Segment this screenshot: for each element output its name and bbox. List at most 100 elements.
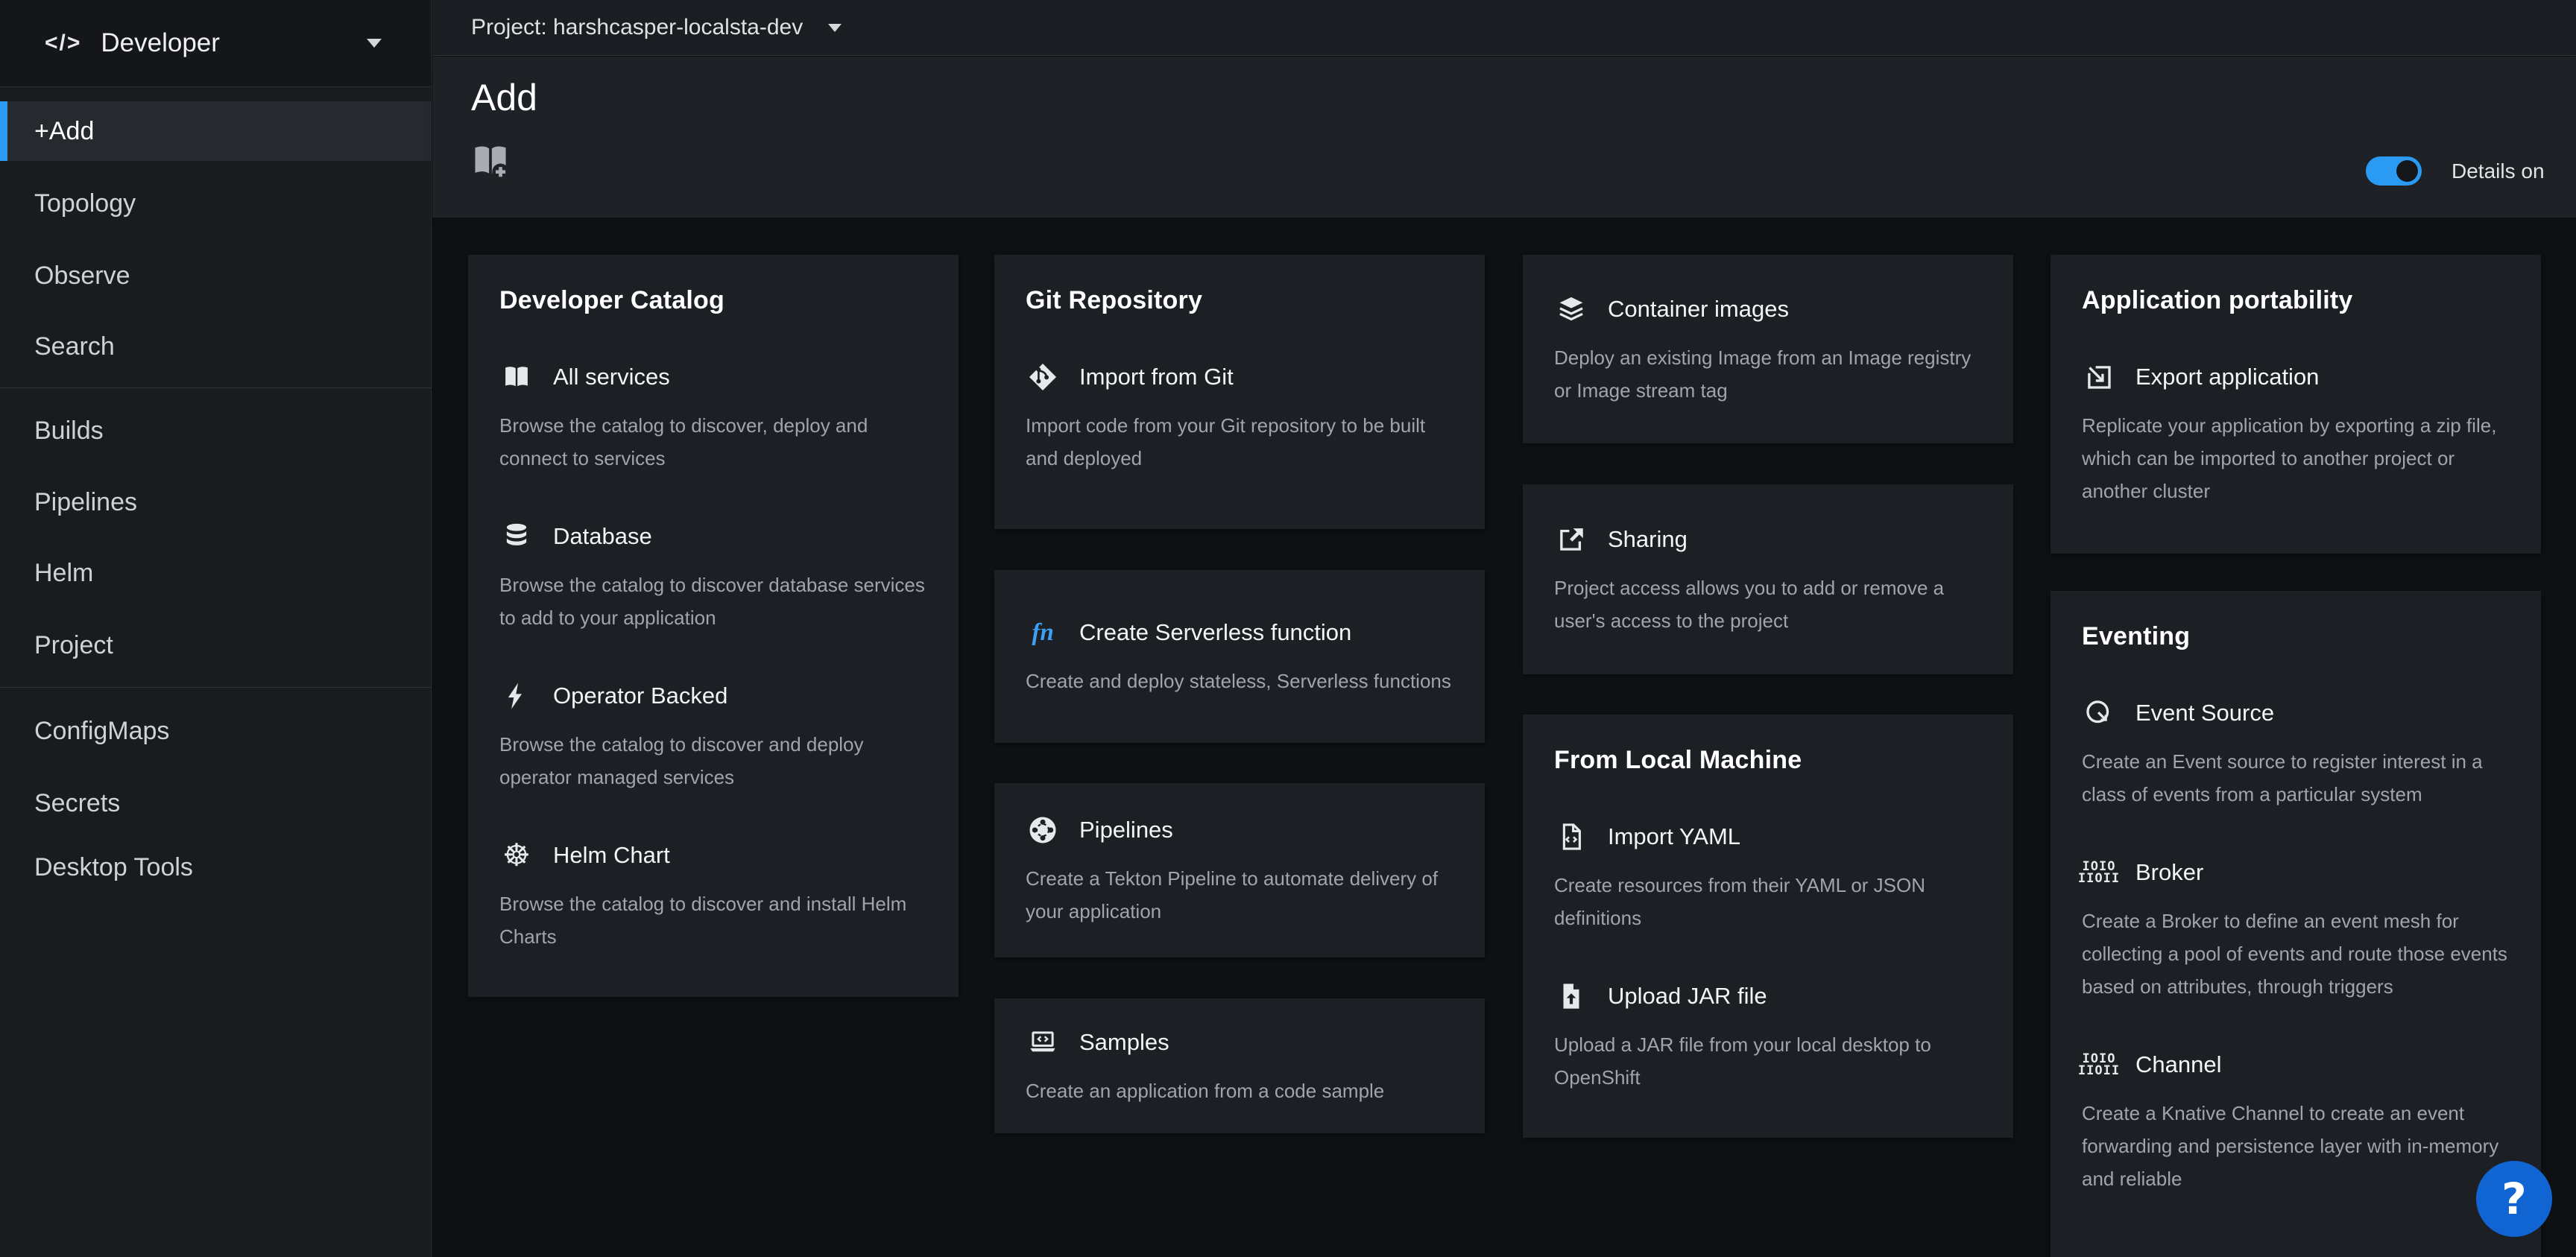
- list-item: Sharing Project access allows you to add…: [1554, 522, 1982, 637]
- details-toggle-label: Details on: [2452, 159, 2545, 183]
- item-description: Create an application from a code sample: [1026, 1074, 1453, 1107]
- item-description: Import code from your Git repository to …: [1026, 409, 1453, 475]
- pipeline-icon: [1026, 813, 1060, 847]
- book-icon: [499, 360, 534, 394]
- item-description: Create and deploy stateless, Serverless …: [1026, 665, 1453, 697]
- card-samples: Samples Create an application from a cod…: [994, 998, 1485, 1133]
- sidebar-item-label: +Add: [34, 117, 94, 146]
- sidebar-item-topology[interactable]: Topology: [0, 174, 431, 233]
- item-description: Browse the catalog to discover and deplo…: [499, 728, 927, 794]
- item-description: Replicate your application by exporting …: [2082, 409, 2510, 507]
- sidebar-item-label: Pipelines: [34, 488, 137, 517]
- card-container-images: Container images Deploy an existing Imag…: [1523, 255, 2013, 443]
- sidebar-divider: [0, 387, 431, 388]
- list-item: IOIOIIOII Channel Create a Knative Chann…: [2082, 1048, 2510, 1195]
- list-item: Import from Git Import code from your Gi…: [1026, 360, 1453, 475]
- list-item: Event Source Create an Event source to r…: [2082, 696, 2510, 811]
- samples-link[interactable]: Samples: [1079, 1029, 1169, 1056]
- item-description: Project access allows you to add or remo…: [1554, 571, 1982, 637]
- samples-laptop-icon: [1026, 1025, 1060, 1060]
- card-title: Application portability: [2082, 286, 2510, 315]
- sidebar-item-label: ConfigMaps: [34, 717, 169, 746]
- sidebar-item-observe[interactable]: Observe: [0, 246, 431, 305]
- bolt-icon: [499, 679, 534, 713]
- page-header: Add Details on: [432, 57, 2576, 218]
- item-description: Browse the catalog to discover, deploy a…: [499, 409, 927, 475]
- perspective-switcher[interactable]: </> Developer: [0, 0, 431, 87]
- create-serverless-function-link[interactable]: Create Serverless function: [1079, 619, 1351, 646]
- helm-chart-link[interactable]: Helm Chart: [553, 842, 670, 869]
- quickstart-book-plus-icon[interactable]: [470, 140, 511, 182]
- database-link[interactable]: Database: [553, 523, 652, 550]
- chevron-down-icon: [828, 24, 842, 32]
- card-from-local-machine: From Local Machine Import YAML Create re…: [1523, 715, 2013, 1138]
- event-source-link[interactable]: Event Source: [2135, 700, 2274, 726]
- details-toggle[interactable]: [2366, 156, 2422, 186]
- card-eventing: Eventing Event Source Create an Event so…: [2051, 591, 2541, 1257]
- page-title: Add: [471, 76, 537, 119]
- pipelines-link[interactable]: Pipelines: [1079, 817, 1173, 843]
- git-icon: [1026, 360, 1060, 394]
- list-item: fn Create Serverless function Create and…: [1026, 615, 1453, 697]
- masthead: Project: harshcasper-localsta-dev: [432, 0, 2576, 56]
- list-item: Samples Create an application from a cod…: [1026, 1025, 1453, 1107]
- item-description: Create an Event source to register inter…: [2082, 745, 2510, 811]
- sidebar-item-configmaps[interactable]: ConfigMaps: [0, 701, 431, 761]
- export-application-link[interactable]: Export application: [2135, 364, 2319, 390]
- sidebar-item-builds[interactable]: Builds: [0, 401, 431, 460]
- all-services-link[interactable]: All services: [553, 364, 670, 390]
- operator-backed-link[interactable]: Operator Backed: [553, 683, 727, 709]
- sidebar-item-desktop-tools[interactable]: Desktop Tools: [0, 838, 431, 897]
- helm-icon: ☸: [499, 838, 534, 873]
- item-description: Create a Knative Channel to create an ev…: [2082, 1097, 2510, 1195]
- project-selector[interactable]: Project: harshcasper-localsta-dev: [471, 15, 842, 40]
- sidebar-divider: [0, 687, 431, 688]
- card-application-portability: Application portability Export applicati…: [2051, 255, 2541, 554]
- item-description: Create a Broker to define an event mesh …: [2082, 905, 2510, 1003]
- item-description: Create a Tekton Pipeline to automate del…: [1026, 862, 1453, 928]
- help-button[interactable]: ?: [2476, 1161, 2552, 1237]
- channel-link[interactable]: Channel: [2135, 1051, 2221, 1078]
- database-icon: [499, 519, 534, 554]
- card-sharing: Sharing Project access allows you to add…: [1523, 484, 2013, 674]
- list-item: Export application Replicate your applic…: [2082, 360, 2510, 507]
- card-title: Eventing: [2082, 622, 2510, 651]
- list-item: Operator Backed Browse the catalog to di…: [499, 679, 927, 794]
- list-item: Import YAML Create resources from their …: [1554, 820, 1982, 934]
- container-images-link[interactable]: Container images: [1608, 296, 1789, 323]
- share-icon: [1554, 522, 1588, 557]
- list-item: Upload JAR file Upload a JAR file from y…: [1554, 979, 1982, 1094]
- question-icon: ?: [2501, 1174, 2527, 1224]
- serverless-fn-icon: fn: [1026, 615, 1060, 650]
- list-item: Container images Deploy an existing Imag…: [1554, 292, 1982, 407]
- upload-jar-file-link[interactable]: Upload JAR file: [1608, 983, 1767, 1010]
- sidebar-item-add[interactable]: +Add: [0, 101, 431, 161]
- list-item: IOIOIIOII Broker Create a Broker to defi…: [2082, 855, 2510, 1003]
- export-icon: [2082, 360, 2116, 394]
- import-from-git-link[interactable]: Import from Git: [1079, 364, 1234, 390]
- sidebar-item-secrets[interactable]: Secrets: [0, 773, 431, 833]
- sidebar-item-helm[interactable]: Helm: [0, 543, 431, 603]
- sidebar-item-project[interactable]: Project: [0, 615, 431, 675]
- sidebar-item-search[interactable]: Search: [0, 317, 431, 376]
- sharing-link[interactable]: Sharing: [1608, 526, 1688, 553]
- channel-binary-icon: IOIOIIOII: [2082, 1048, 2116, 1082]
- broker-link[interactable]: Broker: [2135, 859, 2203, 886]
- list-item: Pipelines Create a Tekton Pipeline to au…: [1026, 813, 1453, 928]
- project-selector-label: Project: harshcasper-localsta-dev: [471, 15, 803, 40]
- item-description: Deploy an existing Image from an Image r…: [1554, 341, 1982, 407]
- sidebar-item-pipelines[interactable]: Pipelines: [0, 472, 431, 532]
- sidebar-item-label: Observe: [34, 262, 130, 291]
- item-description: Browse the catalog to discover and insta…: [499, 887, 927, 953]
- card-pipelines: Pipelines Create a Tekton Pipeline to au…: [994, 783, 1485, 957]
- sidebar-item-label: Search: [34, 332, 115, 361]
- sidebar-item-label: Builds: [34, 417, 104, 446]
- item-description: Upload a JAR file from your local deskto…: [1554, 1028, 1982, 1094]
- layers-icon: [1554, 292, 1588, 326]
- yaml-file-icon: [1554, 820, 1588, 854]
- chevron-down-icon: [367, 39, 382, 48]
- add-page-content: Developer Catalog All services Browse th…: [432, 218, 2576, 1257]
- sidebar-item-label: Desktop Tools: [34, 853, 193, 882]
- list-item: Database Browse the catalog to discover …: [499, 519, 927, 634]
- import-yaml-link[interactable]: Import YAML: [1608, 823, 1740, 850]
